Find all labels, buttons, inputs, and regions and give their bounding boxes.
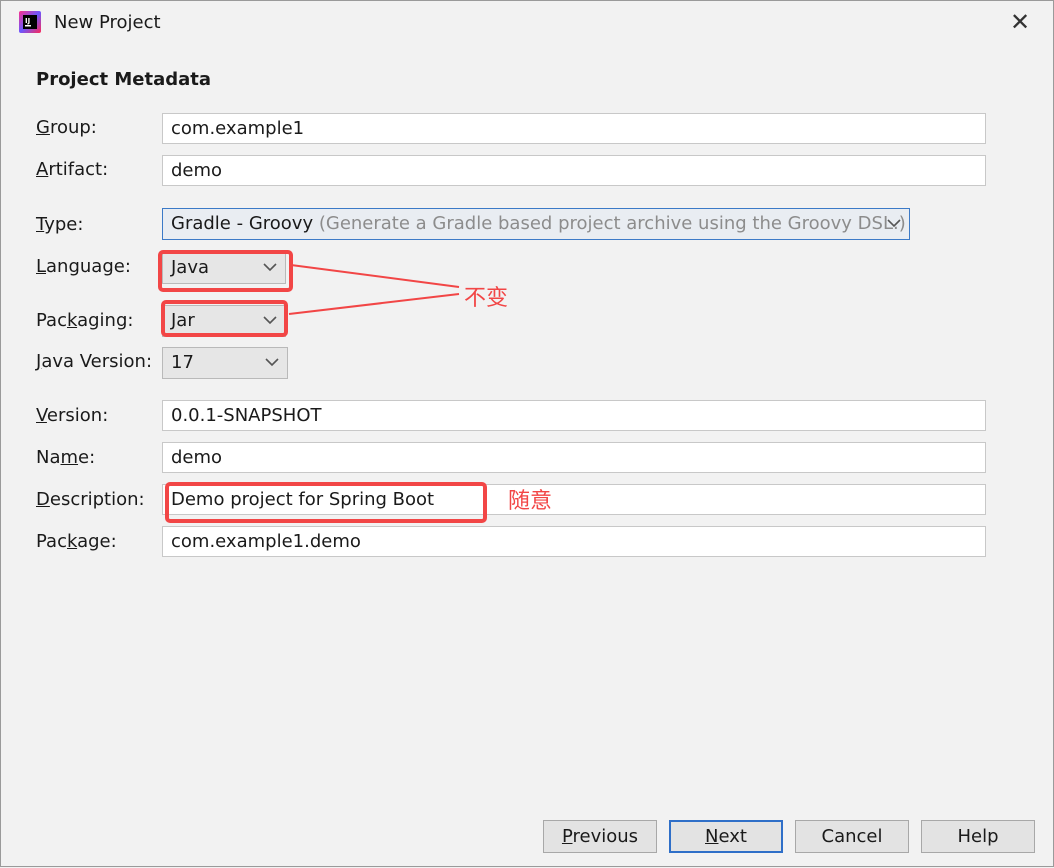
annotation-arbitrary-text: 随意: [508, 489, 553, 514]
next-button[interactable]: Next: [669, 820, 783, 853]
annotation-arrows: [288, 264, 460, 315]
new-project-dialog: IJ New Project ✕ Project Metadata Group:…: [0, 0, 1054, 867]
annotation-unchanged-text: 不变: [464, 286, 509, 311]
previous-button[interactable]: Previous: [543, 820, 657, 853]
cancel-button[interactable]: Cancel: [795, 820, 909, 853]
help-button[interactable]: Help: [921, 820, 1035, 853]
